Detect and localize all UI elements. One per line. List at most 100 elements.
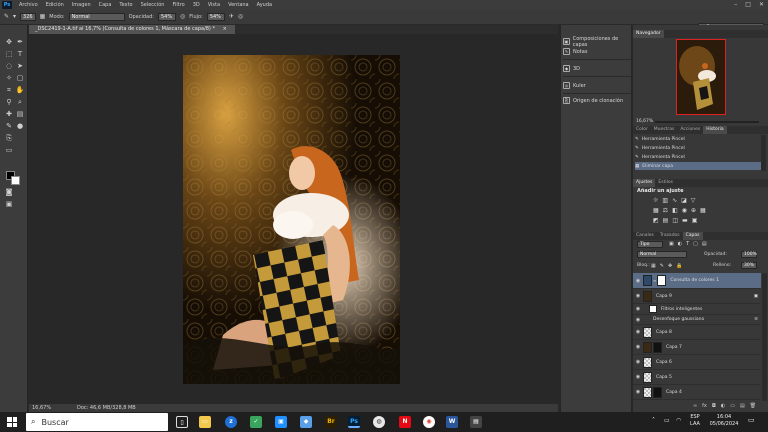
adjustment-filter-icon[interactable]: ◐ — [678, 241, 682, 247]
tab-styles[interactable]: Estilos — [655, 179, 676, 187]
tab-actions[interactable]: Acciones — [677, 126, 703, 134]
layer-mask-thumbnail[interactable] — [653, 386, 662, 398]
tab-channels[interactable]: Canales — [633, 232, 657, 240]
dock-item-clone-source[interactable]: ⎘ Origen de clonación — [563, 94, 631, 107]
link-layers-icon[interactable]: ∞ — [693, 403, 697, 409]
menu-filtro[interactable]: Filtro — [168, 0, 188, 10]
layer-row[interactable]: ◉ Capa 6 — [633, 355, 761, 370]
word-app-icon[interactable]: W — [446, 416, 458, 428]
visibility-eye-icon[interactable]: ◉ — [633, 344, 643, 350]
tab-paths[interactable]: Trazados — [657, 232, 683, 240]
visibility-eye-icon[interactable]: ◉ — [633, 374, 643, 380]
visibility-eye-icon[interactable]: ◉ — [633, 278, 643, 284]
app-icon-light-blue[interactable]: ◆ — [300, 416, 312, 428]
screen-mode-icon[interactable]: ▣ — [4, 199, 14, 209]
tab-swatches[interactable]: Muestras — [651, 126, 678, 134]
lock-pixels-icon[interactable]: ✎ — [660, 263, 664, 269]
close-tab-icon[interactable]: × — [223, 26, 227, 32]
pen-tool-icon[interactable]: ✒ — [15, 37, 25, 47]
pressure-opacity-icon[interactable]: ◎ — [180, 13, 185, 21]
close-icon[interactable]: ✕ — [759, 0, 764, 10]
layer-style-icon[interactable]: fx — [702, 403, 707, 409]
app-icon-blue[interactable]: ▣ — [275, 416, 287, 428]
eyedropper-tool-icon[interactable]: ⚲ — [4, 97, 14, 107]
visibility-eye-icon[interactable]: ◉ — [633, 389, 643, 395]
new-layer-icon[interactable]: ▤ — [740, 403, 745, 409]
shape-filter-icon[interactable]: ▢ — [693, 241, 698, 247]
flow-field[interactable]: 54% — [206, 13, 225, 21]
layer-row[interactable]: ◉ Capa 7 — [633, 340, 761, 355]
color-balance-icon[interactable]: ⚖ — [663, 207, 668, 215]
threshold-icon[interactable]: ◫ — [672, 217, 678, 225]
lock-all-icon[interactable]: 🔒 — [676, 263, 682, 269]
maximize-icon[interactable]: □ — [745, 0, 751, 10]
visibility-eye-icon[interactable]: ◉ — [633, 293, 643, 299]
task-view-icon[interactable]: ▯ — [176, 416, 188, 428]
history-row-selected[interactable]: ▦ Eliminar capa — [635, 162, 761, 170]
app-icon-green[interactable]: ✓ — [250, 416, 262, 428]
lock-transparency-icon[interactable]: ▦ — [651, 263, 656, 269]
channel-mixer-icon[interactable]: ⊕ — [691, 207, 696, 215]
layer-filter-select[interactable]: Tipo — [637, 241, 663, 248]
visibility-eye-icon[interactable]: ◉ — [633, 317, 643, 323]
layer-row[interactable]: ◉ Capa 8 — [633, 325, 761, 340]
menu-texto[interactable]: Texto — [115, 0, 136, 10]
navigator-zoom[interactable]: 16,67% — [636, 119, 653, 124]
airbrush-icon[interactable]: ✈ — [229, 13, 234, 21]
hand-tool-icon[interactable]: ✋ — [15, 85, 25, 95]
menu-imagen[interactable]: Imagen — [68, 0, 95, 10]
curves-icon[interactable]: ∿ — [672, 197, 677, 205]
layer-row[interactable]: ◉ Desenfoque gaussiano ≡ — [633, 315, 761, 325]
crop-tool-icon[interactable]: ⌗ — [4, 85, 14, 95]
network-icon[interactable]: ▭ — [664, 417, 670, 424]
tab-layers[interactable]: Capas — [682, 232, 703, 240]
pressure-size-icon[interactable]: ◎ — [238, 13, 243, 21]
brush-tool-icon[interactable]: ✎ — [4, 121, 14, 131]
vibrance-icon[interactable]: ▽ — [691, 197, 696, 205]
bridge-app-icon[interactable]: Br — [325, 416, 337, 428]
menu-edicion[interactable]: Edición — [42, 0, 68, 10]
menu-ventana[interactable]: Ventana — [224, 0, 253, 10]
gradient-tool-icon[interactable]: ▤ — [15, 109, 25, 119]
stamp-tool-icon[interactable]: ⎘ — [4, 133, 14, 143]
quick-mask-icon[interactable]: ◙ — [4, 187, 14, 197]
brightness-icon[interactable]: ☼ — [653, 197, 658, 205]
image-filter-icon[interactable]: ▣ — [669, 241, 674, 247]
dodge-tool-icon[interactable]: ● — [15, 121, 25, 131]
menu-archivo[interactable]: Archivo — [15, 0, 42, 10]
type-tool-icon[interactable]: T — [15, 49, 25, 59]
chevron-down-icon[interactable]: ▾ — [13, 13, 16, 21]
invert-icon[interactable]: ◩ — [653, 217, 659, 225]
zoom-level[interactable]: 16,67% — [32, 404, 51, 412]
black-white-icon[interactable]: ◧ — [672, 207, 678, 215]
lasso-tool-icon[interactable]: ◌ — [4, 61, 14, 71]
brush-size-field[interactable]: 326 — [20, 13, 36, 21]
netflix-app-icon[interactable]: N — [399, 416, 411, 428]
app-icon-gray[interactable]: ▤ — [470, 416, 482, 428]
wifi-icon[interactable]: ◠ — [676, 417, 681, 424]
history-row[interactable]: ✎ Herramienta Pincel — [635, 153, 761, 161]
background-color-swatch[interactable] — [11, 176, 20, 185]
selective-color-icon[interactable]: ▣ — [692, 217, 698, 225]
menu-ayuda[interactable]: Ayuda — [253, 0, 276, 10]
taskbar-search[interactable]: ⌕ Buscar — [26, 413, 168, 431]
visibility-eye-icon[interactable]: ◉ — [633, 359, 643, 365]
clock[interactable]: 16:04 05/06/2024 — [706, 414, 742, 428]
brush-tool-icon[interactable]: ✎ — [4, 13, 9, 21]
dock-item-notes[interactable]: ✎ Notas — [563, 45, 631, 58]
healing-tool-icon[interactable]: ✚ — [4, 109, 14, 119]
history-scrollbar[interactable] — [761, 135, 766, 171]
eraser-tool-icon[interactable]: ▭ — [4, 145, 14, 155]
language-indicator[interactable]: ESP LAA — [688, 414, 702, 428]
navigator-preview[interactable] — [676, 39, 726, 115]
layer-mask-thumbnail[interactable] — [657, 275, 667, 286]
tray-chevron-icon[interactable]: ˄ — [652, 417, 655, 424]
blend-mode-select[interactable]: Normal — [637, 251, 687, 258]
layers-scrollbar[interactable] — [762, 273, 767, 401]
tab-color[interactable]: Color — [633, 126, 651, 134]
navigator-zoom-slider[interactable] — [655, 121, 759, 123]
posterize-icon[interactable]: ▤ — [663, 217, 669, 225]
new-adjustment-icon[interactable]: ◐ — [721, 403, 725, 409]
dock-item-kuler[interactable]: ◎ Kuler — [563, 79, 631, 92]
menu-capa[interactable]: Capa — [95, 0, 116, 10]
